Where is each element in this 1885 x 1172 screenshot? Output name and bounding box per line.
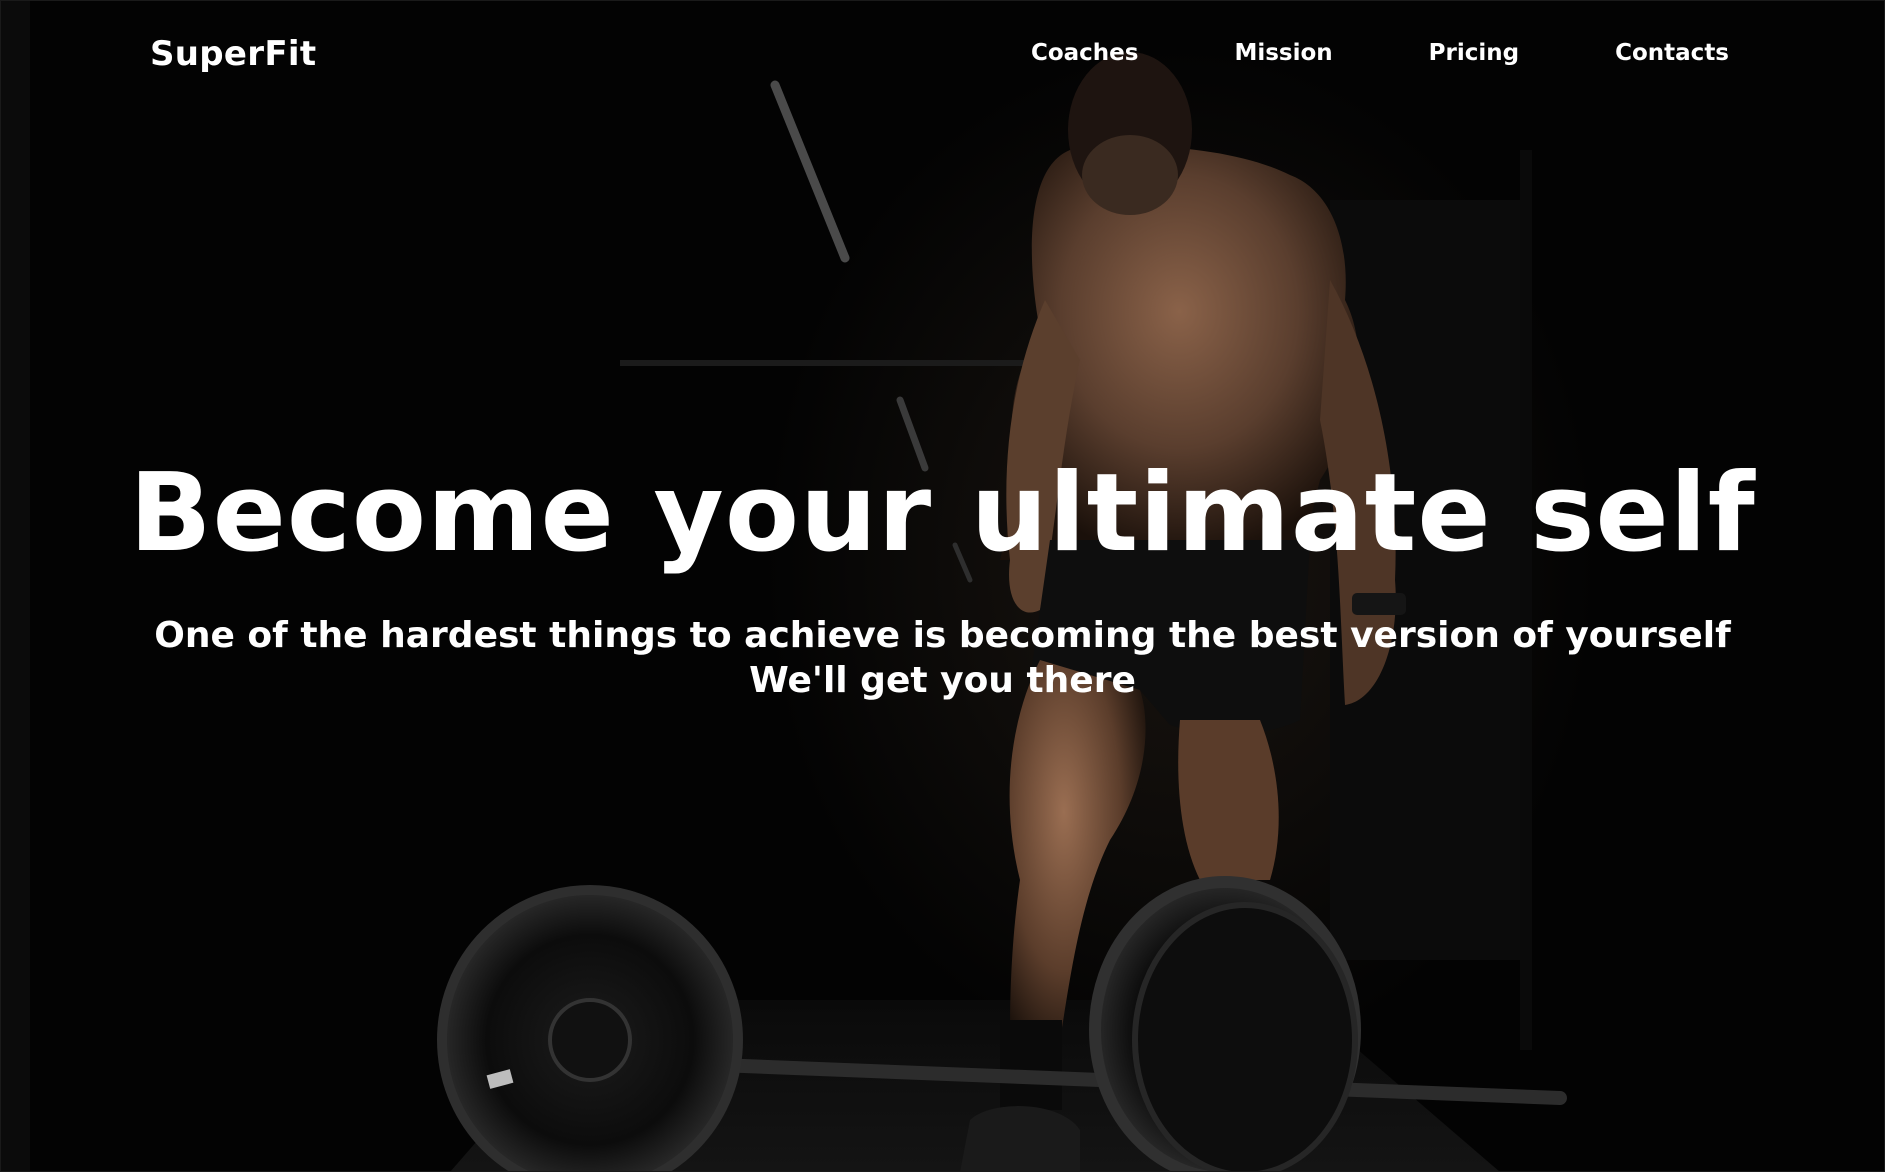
- nav-link-mission[interactable]: Mission: [1234, 40, 1332, 66]
- hero-subtitle-line-1: One of the hardest things to achieve is …: [154, 615, 1731, 656]
- hero-subtitle-line-2: We'll get you there: [749, 660, 1136, 701]
- hero-subtitle: One of the hardest things to achieve is …: [0, 613, 1885, 703]
- nav-link-pricing[interactable]: Pricing: [1429, 40, 1519, 66]
- nav-link-coaches[interactable]: Coaches: [1031, 40, 1139, 66]
- brand-logo-link[interactable]: SuperFit: [150, 34, 316, 74]
- nav-menu: Coaches Mission Pricing Contacts: [1031, 40, 1729, 66]
- navbar: SuperFit Coaches Mission Pricing Contact…: [0, 0, 1885, 110]
- nav-link-contacts[interactable]: Contacts: [1615, 40, 1729, 66]
- hero-section: SuperFit Coaches Mission Pricing Contact…: [0, 0, 1885, 1172]
- hero-background-image: [0, 0, 1885, 1172]
- hero-title: Become your ultimate self: [129, 451, 1756, 576]
